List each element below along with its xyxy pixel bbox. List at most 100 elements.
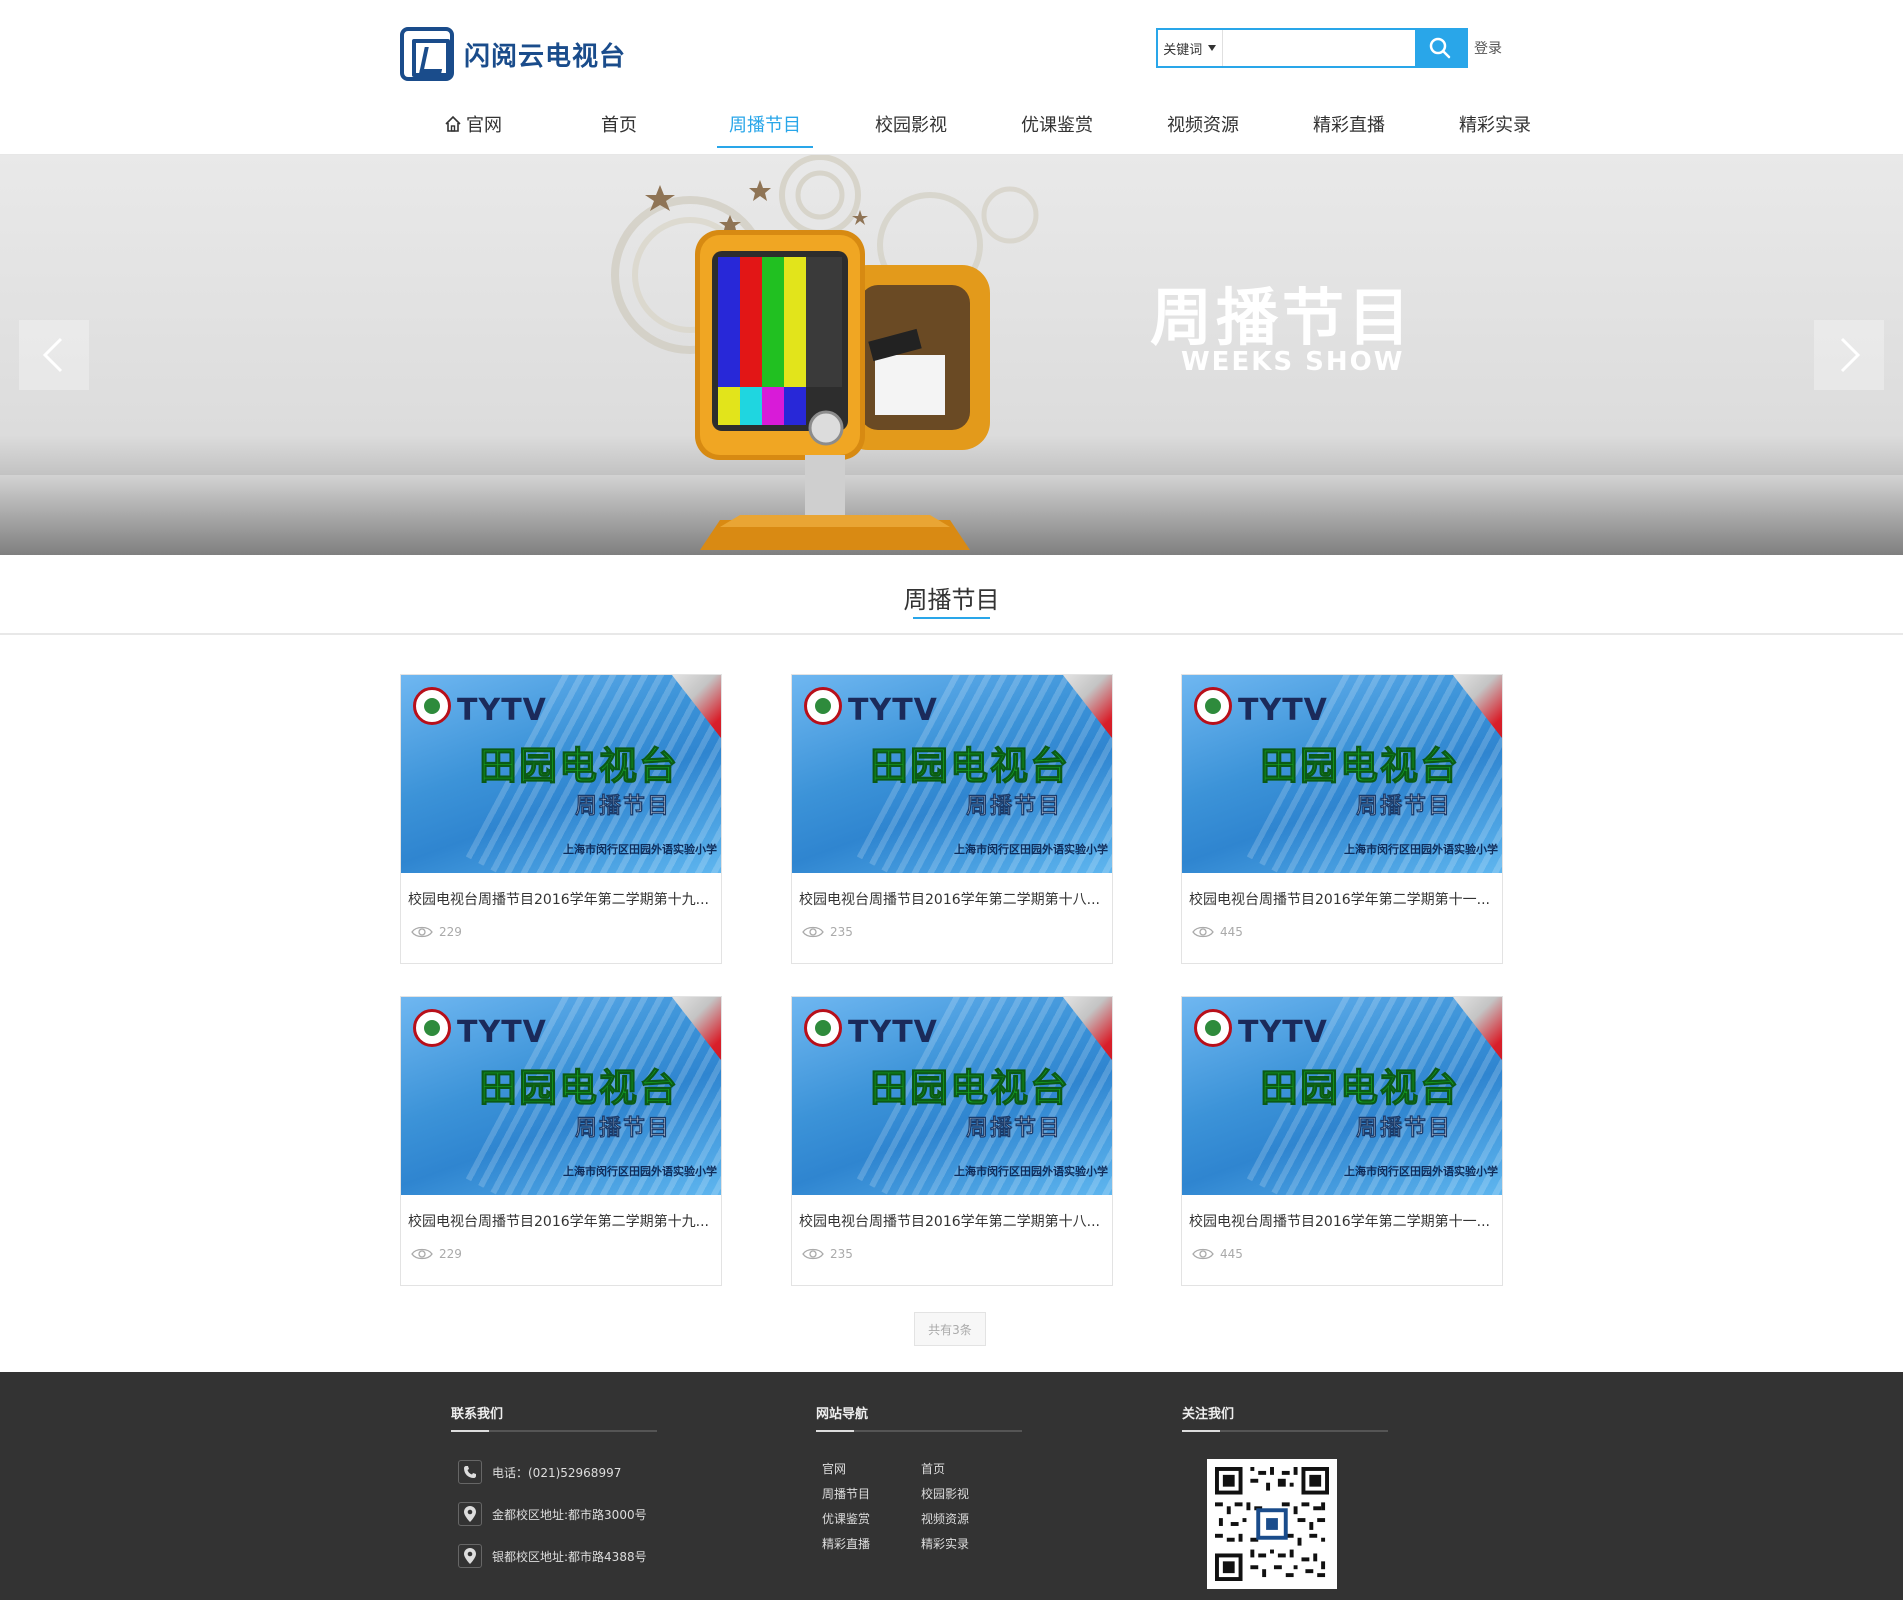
- video-thumbnail[interactable]: TYTV 田园电视台 周播节目 上海市闵行区田园外语实验小学: [401, 997, 721, 1195]
- footer-link-home[interactable]: 首页: [921, 1460, 945, 1477]
- video-card[interactable]: TYTV 田园电视台 周播节目 上海市闵行区田园外语实验小学 校园电视台周播节目2016…: [791, 674, 1113, 964]
- address-1-text: 金都校区地址:都市路3000号: [492, 1507, 647, 1522]
- nav-item-live[interactable]: 精彩直播: [1276, 95, 1422, 153]
- video-card[interactable]: TYTV 田园电视台 周播节目 上海市闵行区田园外语实验小学 校园电视台周播节目2016…: [1181, 996, 1503, 1286]
- thumbnail-subtitle: 周播节目: [1356, 1116, 1453, 1142]
- video-title[interactable]: 校园电视台周播节目2016学年第二学期第十一...: [1189, 1211, 1497, 1231]
- footer-follow-title: 关注我们: [1182, 1407, 1235, 1422]
- footer-contact-title: 联系我们: [451, 1407, 504, 1422]
- thumbnail-brand: TYTV: [457, 693, 547, 728]
- login-link[interactable]: 登录: [1474, 38, 1502, 58]
- view-count-value: 229: [439, 1247, 462, 1261]
- nav-item-home-official[interactable]: 官网: [400, 95, 546, 153]
- view-count-value: 235: [830, 925, 853, 939]
- eye-icon: [802, 1248, 824, 1260]
- nav-item-video-resources[interactable]: 视频资源: [1130, 95, 1276, 153]
- thumbnail-title: 田园电视台: [869, 1066, 1071, 1111]
- nav-item-weekly[interactable]: 周播节目: [692, 95, 838, 153]
- video-card[interactable]: TYTV 田园电视台 周播节目 上海市闵行区田园外语实验小学 校园电视台周播节目2016…: [400, 996, 722, 1286]
- site-header: 闪阅云电视台 关键词 登录 官网 首页 周播节目 校园影视 优课鉴赏 视频资源 …: [0, 0, 1903, 155]
- footer-link-records[interactable]: 精彩实录: [921, 1535, 969, 1552]
- thumbnail-brand: TYTV: [1238, 693, 1328, 728]
- school-badge-icon: [1194, 1009, 1232, 1047]
- eye-icon: [411, 1248, 433, 1260]
- video-thumbnail[interactable]: TYTV 田园电视台 周播节目 上海市闵行区田园外语实验小学: [792, 997, 1112, 1195]
- footer-link-official[interactable]: 官网: [822, 1460, 846, 1477]
- footer-link-class-review[interactable]: 优课鉴赏: [822, 1510, 870, 1527]
- logo-icon: [400, 27, 454, 81]
- view-count-value: 229: [439, 925, 462, 939]
- footer-link-weekly[interactable]: 周播节目: [822, 1485, 870, 1502]
- search-input[interactable]: [1222, 30, 1415, 66]
- footer-phone: 电话：(021)52968997: [458, 1460, 621, 1484]
- qr-code-icon: [1215, 1467, 1329, 1581]
- thumbnail-subtitle: 周播节目: [966, 794, 1063, 820]
- video-title[interactable]: 校园电视台周播节目2016学年第二学期第十九...: [408, 889, 716, 909]
- search-icon: [1430, 37, 1451, 59]
- main-nav: 官网 首页 周播节目 校园影视 优课鉴赏 视频资源 精彩直播 精彩实录: [400, 95, 1568, 153]
- search-type-select[interactable]: 关键词: [1158, 30, 1223, 66]
- banner-next-button[interactable]: [1814, 320, 1884, 390]
- thumbnail-brand: TYTV: [848, 1015, 938, 1050]
- thumbnail-brand: TYTV: [457, 1015, 547, 1050]
- banner-subtitle: WEEKS SHOW: [1181, 347, 1405, 377]
- thumbnail-brand: TYTV: [848, 693, 938, 728]
- view-count: 229: [411, 925, 462, 939]
- chevron-left-icon: [42, 337, 63, 373]
- eye-icon: [802, 926, 824, 938]
- logo-text: 闪阅云电视台: [464, 41, 627, 72]
- thumbnail-school: 上海市闵行区田园外语实验小学: [563, 843, 717, 856]
- thumbnail-title: 田园电视台: [478, 1066, 680, 1111]
- nav-item-records[interactable]: 精彩实录: [1422, 95, 1568, 153]
- view-count-value: 445: [1220, 1247, 1243, 1261]
- video-title[interactable]: 校园电视台周播节目2016学年第二学期第十九...: [408, 1211, 716, 1231]
- video-thumbnail[interactable]: TYTV 田园电视台 周播节目 上海市闵行区田园外语实验小学: [792, 675, 1112, 873]
- qr-code: [1207, 1459, 1337, 1589]
- section-header: 周播节目: [0, 555, 1903, 635]
- video-title[interactable]: 校园电视台周播节目2016学年第二学期第十一...: [1189, 889, 1497, 909]
- thumbnail-subtitle: 周播节目: [1356, 794, 1453, 820]
- video-thumbnail[interactable]: TYTV 田园电视台 周播节目 上海市闵行区田园外语实验小学: [1182, 675, 1502, 873]
- view-count: 235: [802, 1247, 853, 1261]
- home-icon: [445, 115, 461, 132]
- school-badge-icon: [413, 687, 451, 725]
- video-thumbnail[interactable]: TYTV 田园电视台 周播节目 上海市闵行区田园外语实验小学: [401, 675, 721, 873]
- nav-item-campus-film[interactable]: 校园影视: [838, 95, 984, 153]
- footer-link-live[interactable]: 精彩直播: [822, 1535, 870, 1552]
- footer-link-video-resources[interactable]: 视频资源: [921, 1510, 969, 1527]
- footer-nav-title: 网站导航: [816, 1407, 869, 1422]
- footer-follow-divider: [1182, 1430, 1388, 1432]
- chevron-right-icon: [1840, 337, 1861, 373]
- nav-item-class-review[interactable]: 优课鉴赏: [984, 95, 1130, 153]
- location-pin-icon: [458, 1544, 482, 1568]
- hero-banner: 周播节目 WEEKS SHOW: [0, 155, 1903, 555]
- thumbnail-title: 田园电视台: [1259, 744, 1461, 789]
- view-count: 229: [411, 1247, 462, 1261]
- thumbnail-title: 田园电视台: [869, 744, 1071, 789]
- phone-icon: [458, 1460, 482, 1484]
- video-title[interactable]: 校园电视台周播节目2016学年第二学期第十八...: [799, 889, 1107, 909]
- tv-illustration: [611, 155, 1039, 550]
- pagination-info: 共有3条: [914, 1312, 986, 1346]
- footer-address-2: 银都校区地址:都市路4388号: [458, 1544, 647, 1568]
- section-title: 周播节目: [903, 586, 1000, 614]
- video-card[interactable]: TYTV 田园电视台 周播节目 上海市闵行区田园外语实验小学 校园电视台周播节目2016…: [1181, 674, 1503, 964]
- school-badge-icon: [804, 687, 842, 725]
- nav-item-home[interactable]: 首页: [546, 95, 692, 153]
- footer-link-campus-film[interactable]: 校园影视: [921, 1485, 969, 1502]
- video-title[interactable]: 校园电视台周播节目2016学年第二学期第十八...: [799, 1211, 1107, 1231]
- site-logo[interactable]: 闪阅云电视台: [400, 26, 626, 82]
- school-badge-icon: [804, 1009, 842, 1047]
- footer-nav-divider: [816, 1430, 1022, 1432]
- school-badge-icon: [413, 1009, 451, 1047]
- thumbnail-title: 田园电视台: [1259, 1066, 1461, 1111]
- eye-icon: [411, 926, 433, 938]
- section-title-underline: [913, 617, 990, 619]
- search-button[interactable]: [1414, 30, 1466, 66]
- video-thumbnail[interactable]: TYTV 田园电视台 周播节目 上海市闵行区田园外语实验小学: [1182, 997, 1502, 1195]
- view-count: 235: [802, 925, 853, 939]
- banner-prev-button[interactable]: [19, 320, 89, 390]
- video-card[interactable]: TYTV 田园电视台 周播节目 上海市闵行区田园外语实验小学校园电视台周播节目2016…: [400, 674, 722, 964]
- video-card[interactable]: TYTV 田园电视台 周播节目 上海市闵行区田园外语实验小学 校园电视台周播节目2016…: [791, 996, 1113, 1286]
- page: 闪阅云电视台 关键词 登录 官网 首页 周播节目 校园影视 优课鉴赏 视频资源 …: [0, 0, 1903, 1600]
